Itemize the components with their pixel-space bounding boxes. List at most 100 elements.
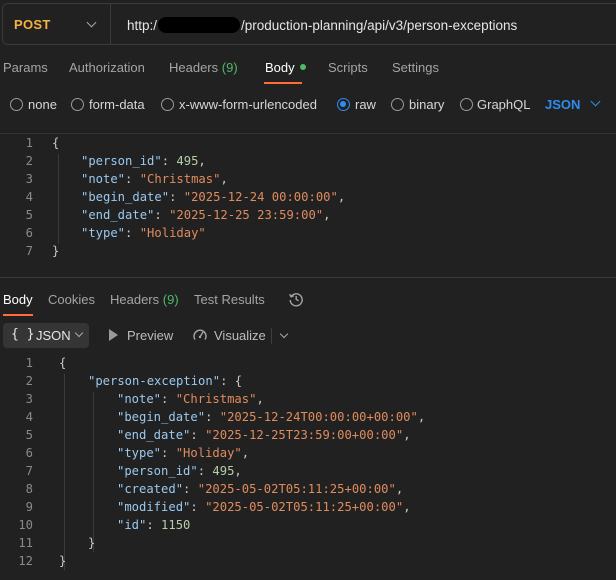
tab-params[interactable]: Params bbox=[3, 60, 48, 75]
line-number: 2 bbox=[25, 374, 33, 388]
tab-test-results[interactable]: Test Results bbox=[194, 292, 265, 307]
radio-label-binary[interactable]: binary bbox=[409, 97, 444, 112]
chevron-down-icon[interactable] bbox=[590, 96, 601, 107]
json-value: "Holiday" bbox=[175, 446, 242, 460]
chevron-down-icon[interactable] bbox=[279, 329, 289, 339]
tab-authorization[interactable]: Authorization bbox=[69, 60, 145, 75]
tab-headers[interactable]: Headers (9) bbox=[169, 60, 238, 75]
visualize-button[interactable]: Visualize bbox=[214, 328, 266, 343]
code-line: 3 "note": "Christmas", bbox=[0, 172, 616, 190]
code-line: 2 "person-exception": { bbox=[0, 374, 616, 392]
json-key: "begin_date" bbox=[81, 190, 170, 204]
chevron-down-icon bbox=[74, 328, 84, 338]
radio-label-form-data[interactable]: form-data bbox=[89, 97, 145, 112]
code-line: 4 "begin_date": "2025-12-24T00:00:00+00:0… bbox=[0, 410, 616, 428]
code-text: { bbox=[52, 136, 59, 150]
code-line: 1{ bbox=[0, 356, 616, 374]
json-key: "modified" bbox=[117, 500, 191, 514]
radio-label-urlencoded[interactable]: x-www-form-urlencoded bbox=[179, 97, 317, 112]
json-value: { bbox=[234, 374, 243, 388]
radio-binary[interactable] bbox=[391, 98, 404, 111]
code-text: "created": "2025-05-02T05:11:25+00:00", bbox=[117, 482, 403, 496]
json-colon: : bbox=[197, 464, 213, 478]
radio-urlencoded[interactable] bbox=[161, 98, 174, 111]
tab-response-body[interactable]: Body bbox=[3, 292, 33, 307]
braces-icon: { } bbox=[11, 327, 35, 342]
response-toolbar: { } JSON Preview Visualize bbox=[0, 323, 616, 349]
radio-form-data[interactable] bbox=[71, 98, 84, 111]
tab-label: Body bbox=[265, 60, 295, 75]
pane-divider[interactable] bbox=[0, 277, 616, 278]
method-selector[interactable]: POST bbox=[3, 4, 111, 44]
code-text: "end_date": "2025-12-25T23:59:00+00:00", bbox=[117, 428, 411, 442]
response-body-viewer[interactable]: 1{2 "person-exception": {3 "note": "Christ… bbox=[0, 356, 616, 580]
json-key: "begin_date" bbox=[117, 410, 206, 424]
tab-response-headers[interactable]: Headers (9) bbox=[110, 292, 179, 307]
tab-settings[interactable]: Settings bbox=[392, 60, 439, 75]
body-indicator-dot bbox=[299, 63, 306, 70]
json-brace: { bbox=[59, 356, 67, 370]
json-colon: : bbox=[125, 226, 140, 240]
tab-body[interactable]: Body bbox=[265, 60, 306, 75]
code-text: } bbox=[88, 536, 95, 550]
tab-label: Test Results bbox=[194, 292, 265, 307]
url-input[interactable]: http:/ /production-planning/api/v3/perso… bbox=[127, 17, 517, 33]
radio-label-none[interactable]: none bbox=[28, 97, 57, 112]
radio-label-graphql[interactable]: GraphQL bbox=[477, 97, 530, 112]
redacted-host bbox=[158, 17, 241, 33]
format-label: JSON bbox=[36, 328, 71, 343]
json-colon: : bbox=[125, 172, 140, 186]
json-comma: , bbox=[417, 410, 426, 424]
tab-label: Params bbox=[3, 60, 48, 75]
code-line: 4 "begin_date": "2025-12-24 00:00:00", bbox=[0, 190, 616, 208]
json-comma: , bbox=[241, 446, 250, 460]
json-value: "2025-12-24 00:00:00" bbox=[183, 190, 338, 204]
response-format-button[interactable]: { } JSON bbox=[3, 323, 89, 348]
divider bbox=[0, 133, 616, 134]
line-number: 7 bbox=[25, 244, 33, 258]
code-text: "note": "Christmas", bbox=[117, 392, 264, 406]
json-comma: , bbox=[323, 208, 331, 222]
json-comma: , bbox=[234, 464, 242, 478]
tab-cookies[interactable]: Cookies bbox=[48, 292, 95, 307]
history-icon[interactable] bbox=[288, 291, 304, 307]
json-colon: : bbox=[169, 190, 184, 204]
json-value: "Christmas" bbox=[175, 392, 257, 406]
preview-button[interactable]: Preview bbox=[127, 328, 173, 343]
code-text: } bbox=[59, 554, 66, 568]
radio-none[interactable] bbox=[10, 98, 23, 111]
code-line: 7} bbox=[0, 244, 616, 262]
request-body-editor[interactable]: 1{2 "person_id": 495, 3 "note": "Christmas"… bbox=[0, 136, 616, 261]
response-tabs: Body Cookies Headers (9) Test Results bbox=[0, 291, 616, 316]
radio-label-raw[interactable]: raw bbox=[355, 97, 376, 112]
json-key: "end_date" bbox=[117, 428, 191, 442]
headers-count: (9) bbox=[162, 292, 179, 307]
line-number: 1 bbox=[25, 136, 33, 150]
json-value: 1150 bbox=[161, 518, 191, 532]
code-text: "end_date": "2025-12-25 23:59:00", bbox=[81, 208, 331, 222]
json-brace: } bbox=[52, 244, 60, 258]
tab-scripts[interactable]: Scripts bbox=[328, 60, 368, 75]
toolbar-divider bbox=[271, 328, 272, 344]
json-colon: : bbox=[205, 410, 220, 424]
json-colon: : bbox=[161, 392, 176, 406]
code-text: { bbox=[59, 356, 66, 370]
request-url-bar: POST http:/ /production-planning/api/v3/… bbox=[2, 3, 616, 45]
raw-format-select[interactable]: JSON bbox=[545, 97, 580, 112]
url-path: /production-planning/api/v3/person-excep… bbox=[241, 17, 518, 33]
code-text: "type": "Holiday" bbox=[81, 226, 206, 240]
line-number: 4 bbox=[25, 410, 33, 424]
method-label: POST bbox=[14, 16, 51, 32]
json-value: "2025-05-02T05:11:25+00:00" bbox=[205, 500, 404, 514]
code-line: 5 "end_date": "2025-12-25 23:59:00", bbox=[0, 208, 616, 226]
radio-graphql[interactable] bbox=[460, 98, 473, 111]
tab-label: Headers bbox=[169, 60, 219, 75]
code-text: "modified": "2025-05-02T05:11:25+00:00", bbox=[117, 500, 411, 514]
json-comma: , bbox=[198, 154, 206, 168]
json-key: "id" bbox=[117, 518, 147, 532]
visualize-icon[interactable] bbox=[192, 327, 208, 343]
radio-raw[interactable] bbox=[337, 98, 350, 111]
json-value: "2025-12-25 23:59:00" bbox=[169, 208, 324, 222]
request-tabs: Params Authorization Headers (9) Body Sc… bbox=[0, 60, 616, 84]
json-key: "note" bbox=[81, 172, 126, 186]
